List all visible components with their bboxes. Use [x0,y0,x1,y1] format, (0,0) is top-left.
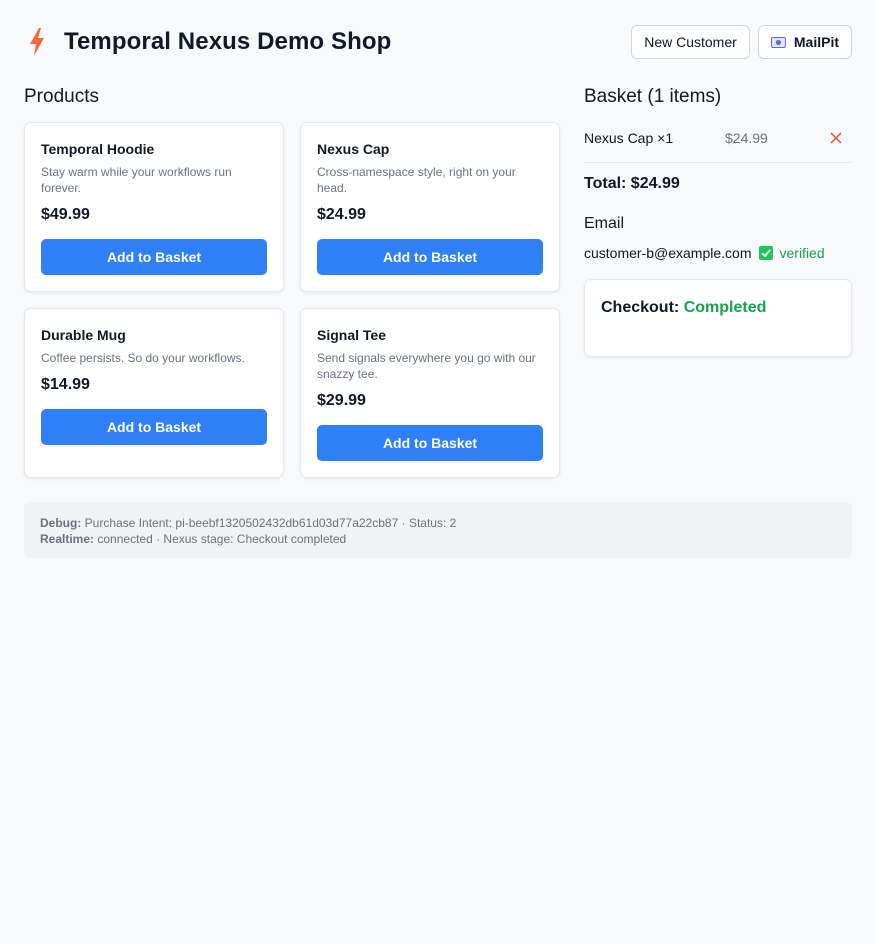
add-to-basket-button[interactable]: Add to Basket [41,409,267,445]
add-to-basket-button[interactable]: Add to Basket [41,239,267,275]
basket-item: Nexus Cap ×1 $24.99 [584,122,852,163]
product-name: Signal Tee [317,327,386,343]
product-card: Durable Mug Coffee persists. So do your … [24,308,284,478]
basket-total: Total: $24.99 [584,175,680,192]
header-actions: New Customer MailPit [631,25,852,59]
new-customer-button[interactable]: New Customer [631,25,750,59]
product-card: Signal Tee Send signals everywhere you g… [300,308,560,478]
email-address: customer-b@example.com [584,245,752,261]
checkout-status-card: Checkout: Completed [584,279,852,357]
product-description: Stay warm while your workflows run forev… [41,165,232,195]
realtime-line: Realtime: connected · Nexus stage: Check… [40,531,836,547]
page-title: Temporal Nexus Demo Shop [64,28,392,55]
basket-heading: Basket (1 items) [584,86,722,107]
product-name: Nexus Cap [317,141,390,157]
remove-item-button[interactable] [828,130,844,146]
brand: Temporal Nexus Demo Shop [24,27,391,57]
realtime-label: Realtime: [40,532,95,546]
basket-item-price: $24.99 [725,130,768,146]
product-description: Cross-namespace style, right on your hea… [317,165,516,195]
product-name: Durable Mug [41,327,126,343]
email-line: customer-b@example.com verified [584,245,825,261]
verified-label: verified [779,245,825,261]
add-to-basket-button[interactable]: Add to Basket [317,425,543,461]
mailpit-button[interactable]: MailPit [758,25,852,59]
debug-panel: Debug: Purchase Intent: pi-beebf13205024… [24,502,852,558]
product-price: $29.99 [317,392,366,409]
header: Temporal Nexus Demo Shop New Customer Ma… [24,24,852,60]
close-icon [830,132,842,144]
debug-label: Debug: [40,516,82,530]
product-description: Coffee persists. So do your workflows. [41,351,245,365]
mailpit-icon [771,36,786,48]
debug-line: Debug: Purchase Intent: pi-beebf13205024… [40,515,836,531]
debug-text: Purchase Intent: pi-beebf1320502432db61d… [84,516,457,530]
realtime-text: connected · Nexus stage: Checkout comple… [97,532,347,546]
product-price: $14.99 [41,376,90,393]
email-heading: Email [584,215,625,232]
add-to-basket-button[interactable]: Add to Basket [317,239,543,275]
product-name: Temporal Hoodie [41,141,155,157]
mailpit-label: MailPit [793,34,839,50]
check-icon [758,246,773,260]
products-heading: Products [24,86,99,107]
basket-item-label: Nexus Cap ×1 [584,130,674,146]
checkout-label: Checkout: [601,299,680,316]
product-price: $49.99 [41,206,90,223]
product-card: Nexus Cap Cross-namespace style, right o… [300,122,560,292]
product-card: Temporal Hoodie Stay warm while your wor… [24,122,284,292]
product-description: Send signals everywhere you go with our … [317,351,536,381]
checkout-status: Completed [683,299,767,316]
product-price: $24.99 [317,206,366,223]
lightning-bolt-icon [30,28,44,56]
